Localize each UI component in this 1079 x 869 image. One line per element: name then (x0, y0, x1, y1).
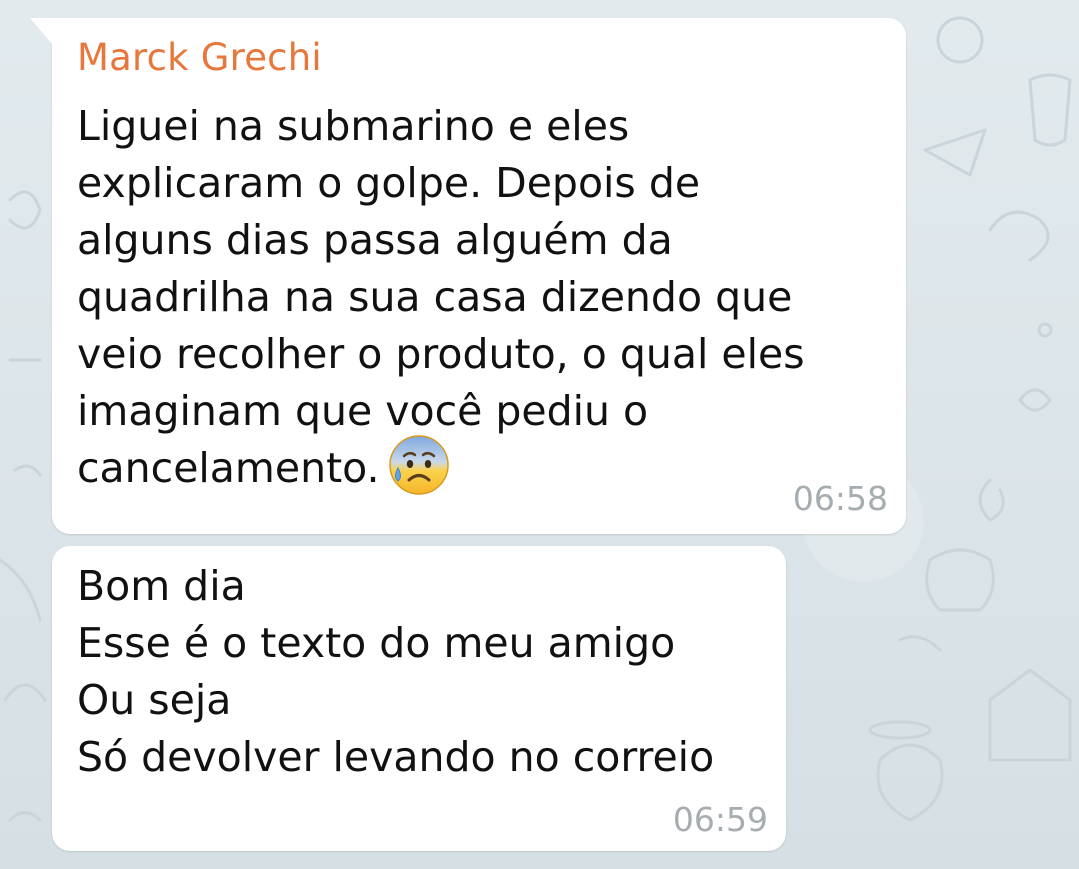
message-bubble-incoming[interactable]: Marck Grechi Liguei na submarino e eles … (30, 18, 906, 534)
message-text: Bom dia Esse é o texto do meu amigo Ou s… (77, 562, 715, 781)
message-timestamp: 06:58 (792, 479, 888, 518)
message-bubble-incoming[interactable]: Bom dia Esse é o texto do meu amigo Ou s… (52, 546, 786, 851)
anxious-face-with-sweat-icon (388, 434, 450, 496)
message-text: Liguei na submarino e eles explicaram o … (77, 98, 877, 502)
sender-name[interactable]: Marck Grechi (77, 36, 322, 79)
bubble-tail (30, 18, 52, 44)
message-timestamp: 06:59 (672, 800, 768, 839)
